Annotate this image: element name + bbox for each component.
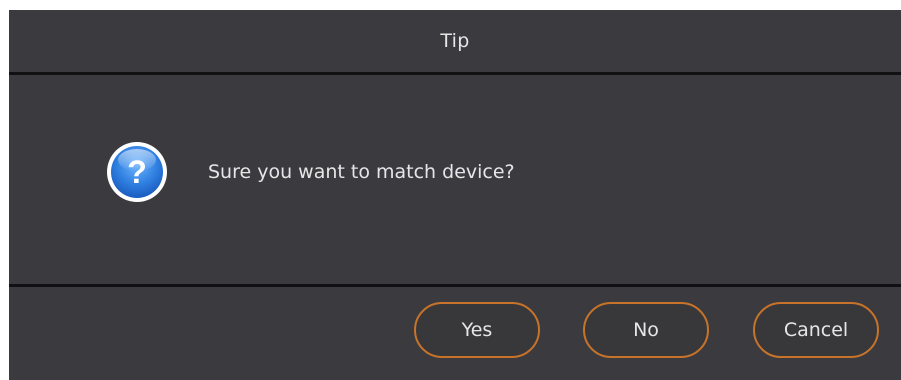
dialog-message: Sure you want to match device? <box>208 161 515 183</box>
dialog-title-bar[interactable]: Tip <box>9 10 901 72</box>
tip-dialog: Tip ? Sure you want to match device? Yes… <box>9 10 901 380</box>
svg-text:?: ? <box>127 154 147 190</box>
question-icon: ? <box>107 142 167 202</box>
cancel-button[interactable]: Cancel <box>753 302 879 358</box>
dialog-title: Tip <box>440 30 470 52</box>
no-button[interactable]: No <box>583 302 709 358</box>
yes-button[interactable]: Yes <box>414 302 540 358</box>
dialog-footer: Yes No Cancel <box>9 287 901 380</box>
dialog-body: ? Sure you want to match device? <box>9 75 901 284</box>
